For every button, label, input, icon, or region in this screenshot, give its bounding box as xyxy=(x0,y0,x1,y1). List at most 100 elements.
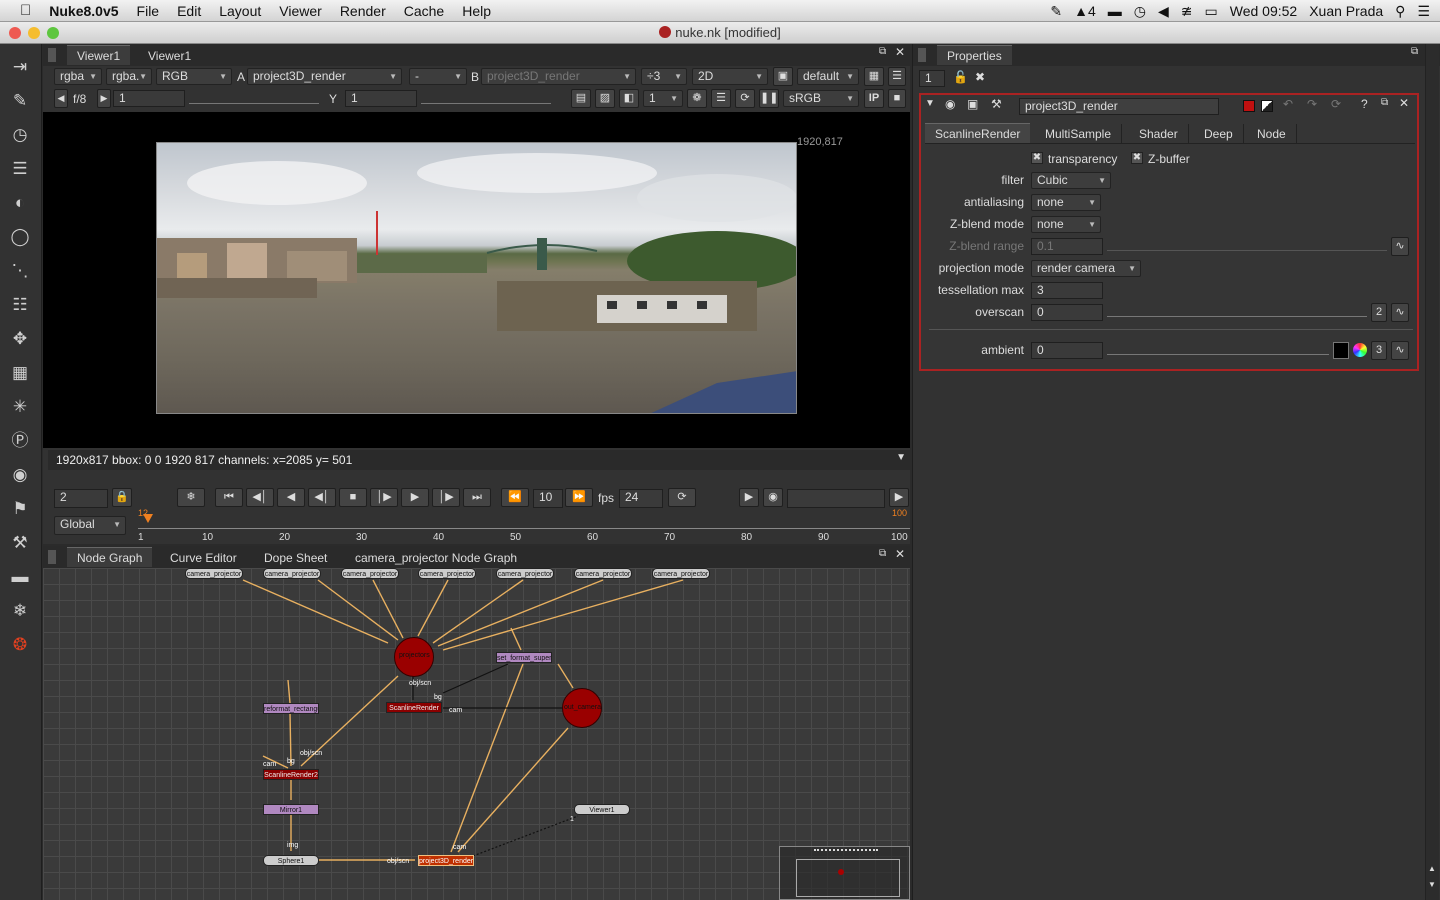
menu-help[interactable]: Help xyxy=(462,3,491,19)
graph-canvas[interactable]: camera_projector camera_projector camera… xyxy=(43,568,910,900)
lut-default-dropdown[interactable]: default ▼ xyxy=(797,68,859,85)
tab-camera-projector-graph[interactable]: camera_projector Node Graph xyxy=(345,548,527,568)
evernote-icon[interactable]: ✎ xyxy=(1050,3,1062,20)
tab-scanline-render[interactable]: ScanlineRender xyxy=(925,123,1031,143)
node-scanline-render[interactable]: ScanlineRender xyxy=(386,702,442,713)
wifi-icon[interactable]: ≇ xyxy=(1181,3,1193,20)
tab-properties[interactable]: Properties xyxy=(937,45,1012,65)
deep-icon[interactable]: Ⓟ xyxy=(9,430,31,452)
clock[interactable]: Wed 09:52 xyxy=(1230,3,1297,19)
menu-viewer[interactable]: Viewer xyxy=(279,3,322,19)
metadata-icon[interactable]: ⚑ xyxy=(9,498,31,520)
zbuffer-checkbox[interactable]: ✖ xyxy=(1131,152,1143,164)
lock-panel-icon[interactable]: 🔓 xyxy=(953,70,968,84)
frame-dropdown[interactable]: 1 ▼ xyxy=(643,90,683,107)
fps-field[interactable]: 24 xyxy=(619,489,663,508)
projection-mode-dropdown[interactable]: render camera ▼ xyxy=(1031,260,1141,277)
node-tile-color-icon[interactable] xyxy=(1261,100,1273,112)
node-sphere[interactable]: Sphere1 xyxy=(263,855,319,866)
overscan-curve-icon[interactable]: ∿ xyxy=(1391,303,1409,322)
display-channel-dropdown[interactable]: RGB ▼ xyxy=(156,68,232,85)
zblend-mode-dropdown[interactable]: none ▼ xyxy=(1031,216,1101,233)
input-a-dropdown[interactable]: project3D_render ▼ xyxy=(247,68,402,85)
scroll-down-icon[interactable]: ▼ xyxy=(1428,880,1436,889)
node-camera-projector-7[interactable]: camera_projector xyxy=(652,568,710,579)
transparency-checkbox[interactable]: ✖ xyxy=(1031,152,1043,164)
node-camera-projector-1[interactable]: camera_projector xyxy=(185,568,243,579)
transform-icon[interactable]: ✥ xyxy=(9,328,31,350)
spotlight-icon[interactable]: ⚲ xyxy=(1395,3,1405,20)
navigator-view-rect[interactable] xyxy=(796,859,900,897)
colorspace-dropdown[interactable]: sRGB ▼ xyxy=(783,90,859,107)
user-name[interactable]: Xuan Prada xyxy=(1309,3,1383,19)
camera-lock-icon[interactable]: ▣ xyxy=(773,67,793,86)
gamma-field[interactable]: 1 xyxy=(345,90,417,107)
center-node-icon[interactable]: ◉ xyxy=(945,97,955,111)
channels-dropdown[interactable]: rgba ▼ xyxy=(54,68,102,85)
notifications-icon[interactable]: ☰ xyxy=(1417,3,1430,20)
input-b-dropdown[interactable]: project3D_render ▼ xyxy=(481,68,636,85)
undo-icon[interactable]: ↶ xyxy=(1283,97,1293,111)
range-mode-dropdown[interactable]: Global ▼ xyxy=(54,516,126,535)
node-project3d-render[interactable]: project3D_render xyxy=(418,855,474,866)
keyer-icon[interactable]: ⋱ xyxy=(9,260,31,282)
record-icon[interactable]: ◉ xyxy=(763,488,783,507)
gamma-slider[interactable] xyxy=(421,92,551,104)
graph-close-icon[interactable]: ✕ xyxy=(895,547,905,561)
node-camera-projector-3[interactable]: camera_projector xyxy=(341,568,399,579)
wipe-icon[interactable]: ◧ xyxy=(619,89,639,108)
viewer-mode-dropdown[interactable]: 2D ▼ xyxy=(692,68,768,85)
revert-icon[interactable]: ⟳ xyxy=(1331,97,1341,111)
stop-icon[interactable]: ■ xyxy=(339,488,367,507)
prev-keyframe-icon[interactable]: ◀│ xyxy=(246,488,274,507)
battery-meter-icon[interactable]: ▬ xyxy=(1108,3,1122,19)
tab-shader[interactable]: Shader xyxy=(1129,124,1189,144)
node-format-superposition[interactable]: set_format_superposition xyxy=(496,652,552,663)
antialiasing-dropdown[interactable]: none ▼ xyxy=(1031,194,1101,211)
volume-icon[interactable]: ◀ xyxy=(1158,3,1169,20)
node-color-swatch[interactable] xyxy=(1243,100,1255,112)
last-frame-icon[interactable]: ⏭ xyxy=(463,488,491,507)
menu-render[interactable]: Render xyxy=(340,3,386,19)
play-backward-icon[interactable]: ◀│ xyxy=(308,488,336,507)
image-icon[interactable]: ⇥ xyxy=(9,56,31,78)
graph-panel-grip[interactable] xyxy=(48,550,56,564)
skip-forward-icon[interactable]: ⏩ xyxy=(565,488,593,507)
merge-icon[interactable]: ☷ xyxy=(9,294,31,316)
menu-cache[interactable]: Cache xyxy=(404,3,444,19)
channels2-dropdown[interactable]: rgba. ▼ xyxy=(106,68,152,85)
node-reformat-rectangular[interactable]: reformat_rectangular_format xyxy=(263,703,319,714)
proxy-dropdown[interactable]: ÷3 ▼ xyxy=(641,68,687,85)
node-viewer[interactable]: Viewer1 xyxy=(574,804,630,815)
collapse-node-icon[interactable]: ▼ xyxy=(925,98,935,109)
ambient-field[interactable]: 0 xyxy=(1031,342,1103,359)
node-mirror[interactable]: Mirror1 xyxy=(263,804,319,815)
tab-node-graph[interactable]: Node Graph xyxy=(67,547,153,567)
first-frame-icon[interactable]: ⏮ xyxy=(215,488,243,507)
play-forward-icon[interactable]: │▶ xyxy=(370,488,398,507)
overscan-slider[interactable] xyxy=(1107,305,1367,317)
composite-dropdown[interactable]: - ▼ xyxy=(409,68,467,85)
node-camera-projector-5[interactable]: camera_projector xyxy=(496,568,554,579)
timeline-ruler[interactable]: 12 100 1 10 20 30 40 50 60 70 80 90 100 xyxy=(138,508,910,543)
render-region-icon[interactable]: ❁ xyxy=(687,89,707,108)
frame-increment-field[interactable]: 2 xyxy=(54,489,108,508)
input-process-button[interactable]: IP xyxy=(864,89,884,108)
close-panel-icon[interactable]: ✕ xyxy=(895,45,905,59)
tab-viewer1[interactable]: Viewer1 xyxy=(67,45,131,65)
clear-panels-icon[interactable]: ✖ xyxy=(975,70,985,84)
gain-slider[interactable] xyxy=(189,92,319,104)
node-camera-projector-4[interactable]: camera_projector xyxy=(418,568,476,579)
disable-overlays-icon[interactable]: ■ xyxy=(888,89,906,108)
viewer-settings-icon[interactable]: ☰ xyxy=(888,67,906,86)
graph-float-icon[interactable]: ⧉ xyxy=(879,548,886,559)
time-machine-icon[interactable]: ◷ xyxy=(1134,3,1146,20)
timeline-extra-icon[interactable]: ▶ xyxy=(889,488,909,507)
filter-dropdown[interactable]: Cubic ▼ xyxy=(1031,172,1111,189)
time-icon[interactable]: ◷ xyxy=(9,124,31,146)
tab-dope-sheet[interactable]: Dope Sheet xyxy=(254,548,337,568)
tab-deep[interactable]: Deep xyxy=(1194,124,1244,144)
nuke-logo-icon[interactable]: ❂ xyxy=(9,634,31,656)
props-float-icon[interactable]: ⧉ xyxy=(1411,46,1418,57)
float-node-icon[interactable]: ⧉ xyxy=(1381,97,1388,108)
